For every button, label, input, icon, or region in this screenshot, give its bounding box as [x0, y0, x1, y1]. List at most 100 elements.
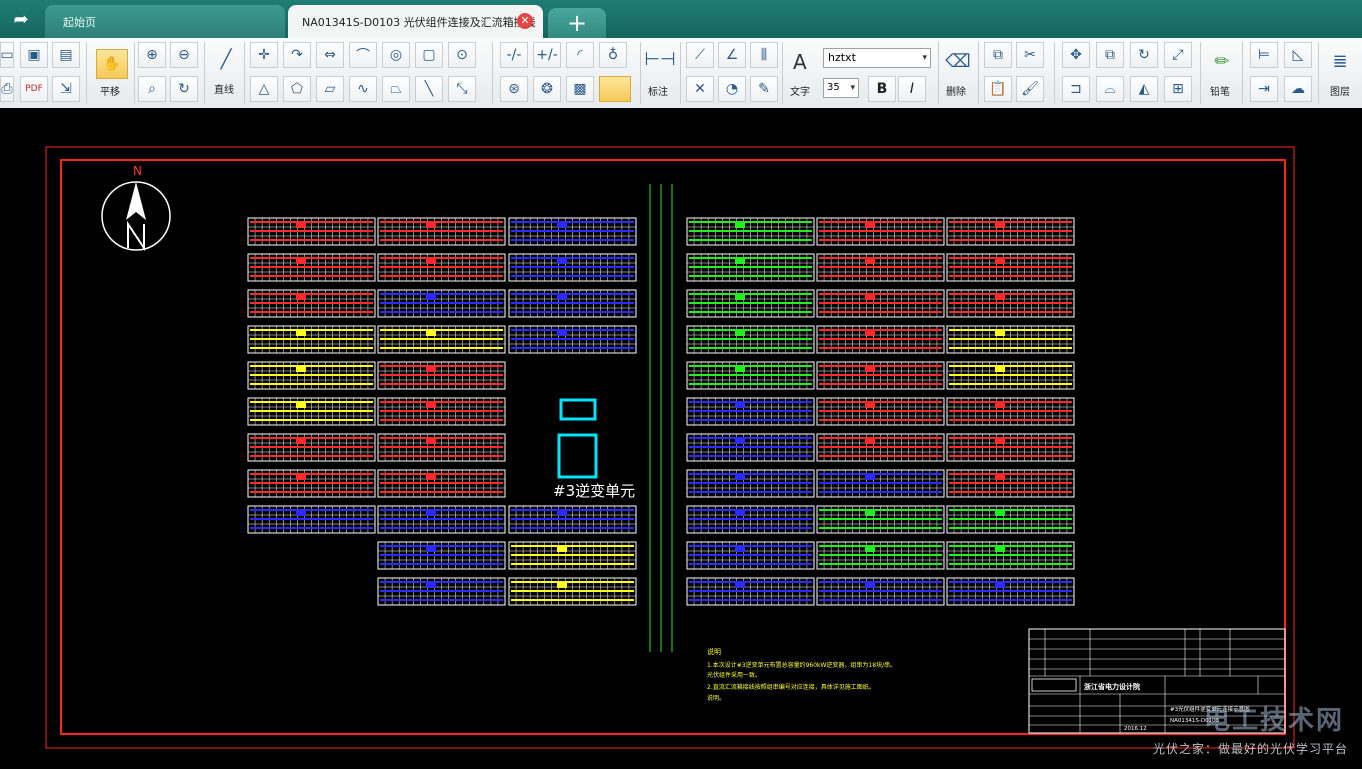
inner-frame	[60, 159, 1286, 735]
arc-tool-icon[interactable]: ↷	[283, 42, 311, 68]
pv-array-block	[247, 217, 376, 246]
import-icon[interactable]: ⇥	[1250, 76, 1278, 102]
curve-icon[interactable]: ⌒	[349, 42, 377, 68]
radius-dim-icon[interactable]: ◔	[718, 76, 746, 102]
new-tab-button[interactable]: +	[548, 8, 606, 38]
pv-array-block	[946, 541, 1075, 570]
pv-array-block	[946, 361, 1075, 390]
layers-icon[interactable]: ≣	[1326, 48, 1354, 74]
leader-icon[interactable]: ✎	[750, 76, 778, 102]
zoom-refresh-icon[interactable]: ↻	[170, 76, 198, 102]
stretch-icon[interactable]: ⌓	[1096, 76, 1124, 102]
back-arrow-icon[interactable]: ➦	[0, 0, 42, 38]
break-icon[interactable]: ♁	[599, 42, 627, 68]
text-label: 文字	[790, 87, 810, 98]
move-line-icon[interactable]: ⇔	[316, 42, 344, 68]
note-line: 2.直流汇流箱接线按照组串编号对应连接，具体详见施工图纸。	[707, 683, 875, 691]
cross-icon[interactable]: ✛	[250, 42, 278, 68]
pentagon-icon[interactable]: ⬠	[283, 76, 311, 102]
eraser-icon[interactable]: ⌫	[944, 48, 972, 74]
line-tool-icon[interactable]: ╱	[212, 46, 240, 72]
save-as-icon[interactable]: ▤	[52, 42, 80, 68]
pv-array-block	[946, 325, 1075, 354]
tab-drawing[interactable]: NA01341S-D0103 光伏组件连接及汇流箱接线 ✕	[288, 5, 543, 38]
array-icon[interactable]: ⊞	[1164, 76, 1192, 102]
rectangle-icon[interactable]: ▢	[415, 42, 443, 68]
delete-label: 删除	[946, 87, 966, 98]
separator	[640, 42, 641, 104]
pv-array-block	[377, 577, 506, 606]
circle-icon[interactable]: ◎	[382, 42, 410, 68]
cloud-icon[interactable]: ☁	[1284, 76, 1312, 102]
arrow-line-icon[interactable]: ⤡	[448, 76, 476, 102]
pdf-icon[interactable]: PDF	[20, 76, 48, 102]
inverter-box	[557, 433, 598, 479]
triangle-icon[interactable]: △	[250, 76, 278, 102]
offset-icon[interactable]: ⊐	[1062, 76, 1090, 102]
zoom-window-icon[interactable]: ⌕	[138, 76, 166, 102]
separator	[86, 42, 87, 104]
mirror-icon[interactable]: ◭	[1130, 76, 1158, 102]
close-icon[interactable]: ✕	[517, 13, 533, 29]
font-name: hztxt	[828, 51, 856, 64]
measure-icon[interactable]: ⊨	[1250, 42, 1278, 68]
drawing-canvas[interactable]: N #3逆变单元 说明 1.本次设计#3逆变单元布置总容量约960kW逆变器，组…	[0, 108, 1362, 765]
separator	[1242, 42, 1243, 104]
brush-icon[interactable]: 🖌	[1016, 76, 1044, 102]
pv-array-block	[247, 433, 376, 462]
zoom-in-icon[interactable]: ⊕	[138, 42, 166, 68]
pan-icon[interactable]: ✋	[96, 49, 128, 79]
italic-button[interactable]: I	[898, 76, 926, 102]
separator	[244, 42, 245, 104]
dimension-icon[interactable]: ⊢⊣	[644, 46, 675, 72]
zoom-out-icon[interactable]: ⊖	[170, 42, 198, 68]
pv-array-block	[816, 325, 945, 354]
extend-icon[interactable]: +/-	[533, 42, 561, 68]
trim-icon[interactable]: -/-	[500, 42, 528, 68]
font-select[interactable]: hztxt ▾	[823, 48, 931, 68]
pv-array-block	[508, 253, 637, 282]
fill-icon[interactable]	[599, 76, 631, 102]
pv-array-block	[377, 217, 506, 246]
copy-object-icon[interactable]: ⧉	[1096, 42, 1124, 68]
note-line: 说明。	[707, 694, 725, 702]
paste-icon[interactable]: 📋	[984, 76, 1012, 102]
hatch-icon[interactable]: ▩	[566, 76, 594, 102]
north-label: N	[133, 164, 142, 178]
tab-label: NA01341S-D0103 光伏组件连接及汇流箱接线	[302, 15, 536, 29]
angle-dim-icon[interactable]: ∠	[718, 42, 746, 68]
spline-icon[interactable]: ∿	[349, 76, 377, 102]
ellipse-icon[interactable]: ⊙	[448, 42, 476, 68]
move-icon[interactable]: ✥	[1062, 42, 1090, 68]
separator	[1200, 42, 1201, 104]
bold-button[interactable]: B	[868, 76, 896, 102]
parallelogram-icon[interactable]: ▱	[316, 76, 344, 102]
chevron-down-icon: ▾	[922, 53, 927, 63]
hatch-circle-icon[interactable]: ❂	[533, 76, 561, 102]
font-size-select[interactable]: 35 ▾	[823, 78, 859, 98]
tab-start-page[interactable]: 起始页	[45, 5, 285, 38]
separator	[134, 42, 135, 104]
print-icon[interactable]: ⎙	[0, 76, 14, 102]
region-icon[interactable]: ⊛	[500, 76, 528, 102]
diagonal-icon[interactable]: ╲	[415, 76, 443, 102]
cut-icon[interactable]: ✂	[1016, 42, 1044, 68]
copy-icon[interactable]: ⧉	[984, 42, 1012, 68]
pv-array-block	[377, 289, 506, 318]
ordinate-dim-icon[interactable]: ✕	[686, 76, 714, 102]
pv-array-block	[816, 217, 945, 246]
note-line: 1.本次设计#3逆变单元布置总容量约960kW逆变器，组串为18块/串。	[707, 661, 896, 669]
text-tool-icon[interactable]: A	[793, 50, 807, 74]
save-icon[interactable]: ▣	[20, 42, 48, 68]
trapezoid-icon[interactable]: ⏢	[382, 76, 410, 102]
rotate-icon[interactable]: ↻	[1130, 42, 1158, 68]
scale-icon[interactable]: ⤢	[1164, 42, 1192, 68]
baseline-dim-icon[interactable]: ⫼	[750, 42, 778, 68]
open-icon[interactable]: ▭	[0, 42, 14, 68]
pv-array-block	[508, 325, 637, 354]
pencil-icon[interactable]: ✏	[1208, 48, 1236, 74]
fillet-icon[interactable]: ◜	[566, 42, 594, 68]
export-icon[interactable]: ⇲	[52, 76, 80, 102]
area-icon[interactable]: ◺	[1284, 42, 1312, 68]
aligned-dim-icon[interactable]: ⟋	[686, 42, 714, 68]
